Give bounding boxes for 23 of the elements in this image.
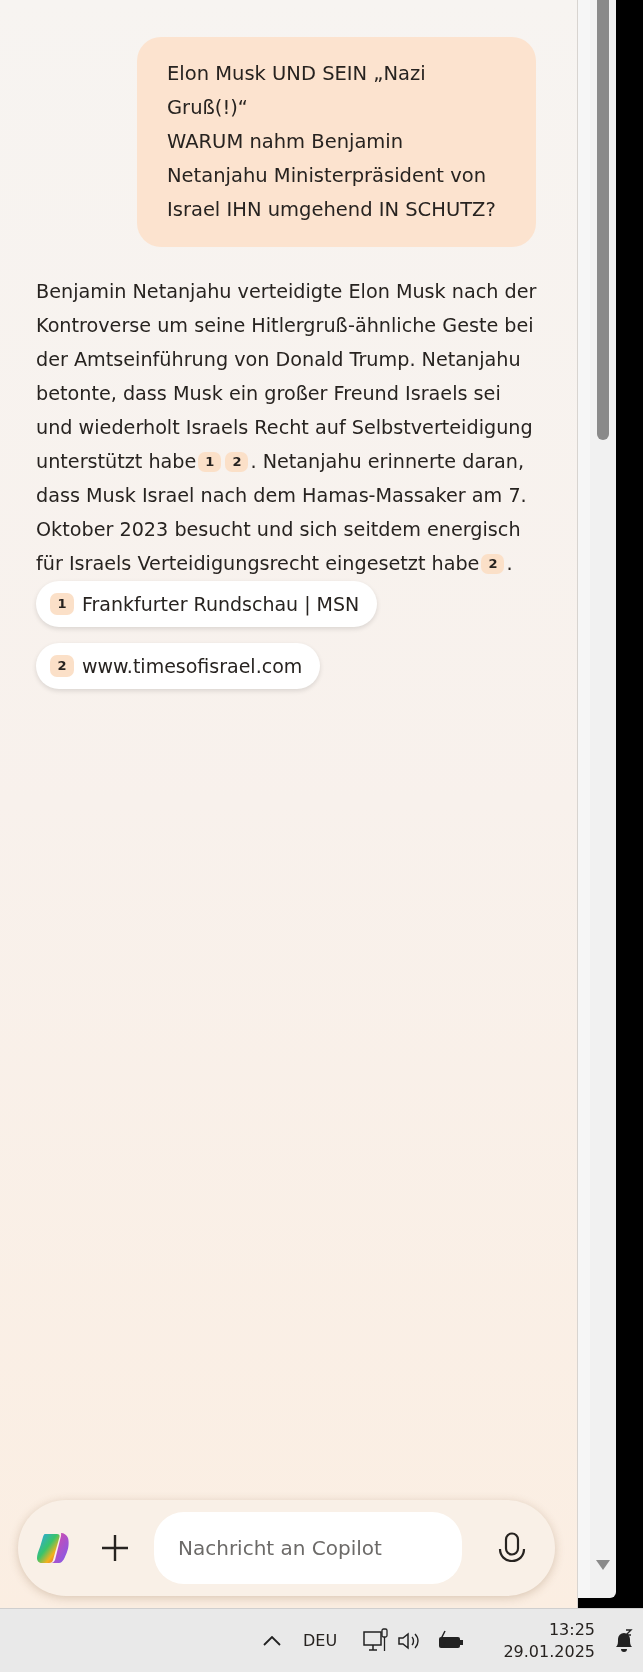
source-number: 2 bbox=[50, 655, 74, 677]
citation-link[interactable]: 2 bbox=[481, 554, 505, 574]
scrollbar[interactable] bbox=[578, 0, 616, 1598]
message-input-field[interactable]: Nachricht an Copilot bbox=[154, 1512, 462, 1584]
source-link[interactable]: 2 www.timesofisrael.com bbox=[36, 643, 321, 689]
user-message: Elon Musk UND SEIN „Nazi Gruß(!)“ WARUM nahm Benjamin Netanjahu Ministerpräsident von Israel IHN umgehend IN SCHUTZ? bbox=[137, 37, 536, 247]
clock-time[interactable]: 13:25 bbox=[503, 1618, 595, 1641]
source-link[interactable]: 1 Frankfurter Rundschau | MSN bbox=[36, 581, 378, 627]
answer-text: Benjamin Netanjahu verteidigte Elon Musk nach der Kontroverse um seine Hitlergruß-ähnliche Geste bei der Amtseinführung von Donald Trump. Netanjahu betonte, dass Musk ein großer Freund Israels sei und wiederholt Israels Recht auf Selbstverteidigung unterstützt habe 1 2 . Netanjahu erinnerte daran, dass Musk Israel nach dem Hamas-Massaker am 7. Oktober 2023 besucht und sich seitdem energisch für Israels Verteidigungsrecht eingesetzt habe 2 . bbox=[36, 279, 538, 577]
chevron-up-icon[interactable] bbox=[263, 1635, 281, 1646]
language-indicator[interactable]: DEU bbox=[303, 1628, 338, 1653]
source-number: 1 bbox=[50, 593, 74, 615]
notification-bell-icon[interactable] bbox=[613, 1628, 635, 1653]
scroll-down-icon[interactable] bbox=[596, 1560, 610, 1570]
plus-icon bbox=[101, 1534, 129, 1562]
speaker-icon[interactable] bbox=[397, 1630, 422, 1651]
microphone-icon bbox=[498, 1532, 526, 1564]
network-icon[interactable] bbox=[363, 1627, 390, 1654]
clock-date[interactable]: 29.01.2025 bbox=[503, 1640, 595, 1663]
scrollbar-thumb[interactable] bbox=[597, 0, 609, 440]
citation-link[interactable]: 2 bbox=[225, 452, 249, 472]
citation-link[interactable]: 1 bbox=[198, 452, 222, 472]
copilot-logo-icon[interactable] bbox=[36, 1532, 70, 1564]
